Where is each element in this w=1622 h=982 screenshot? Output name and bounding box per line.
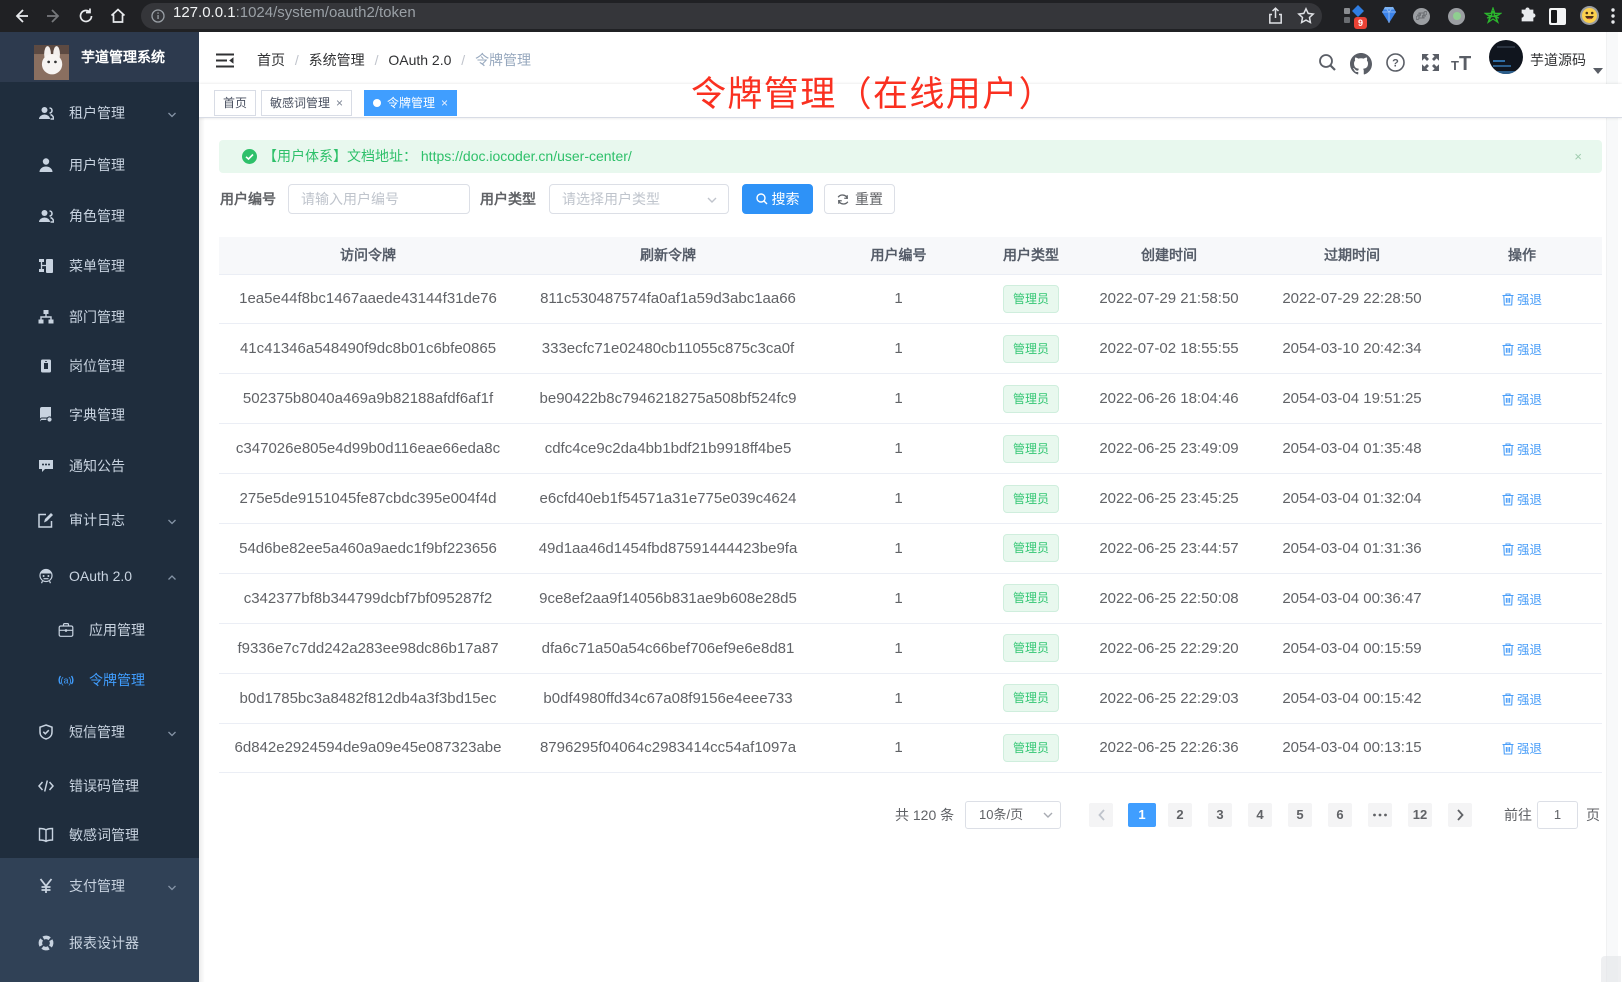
svg-text:?: ? — [1392, 58, 1399, 70]
svg-text:(a): (a) — [61, 675, 72, 685]
